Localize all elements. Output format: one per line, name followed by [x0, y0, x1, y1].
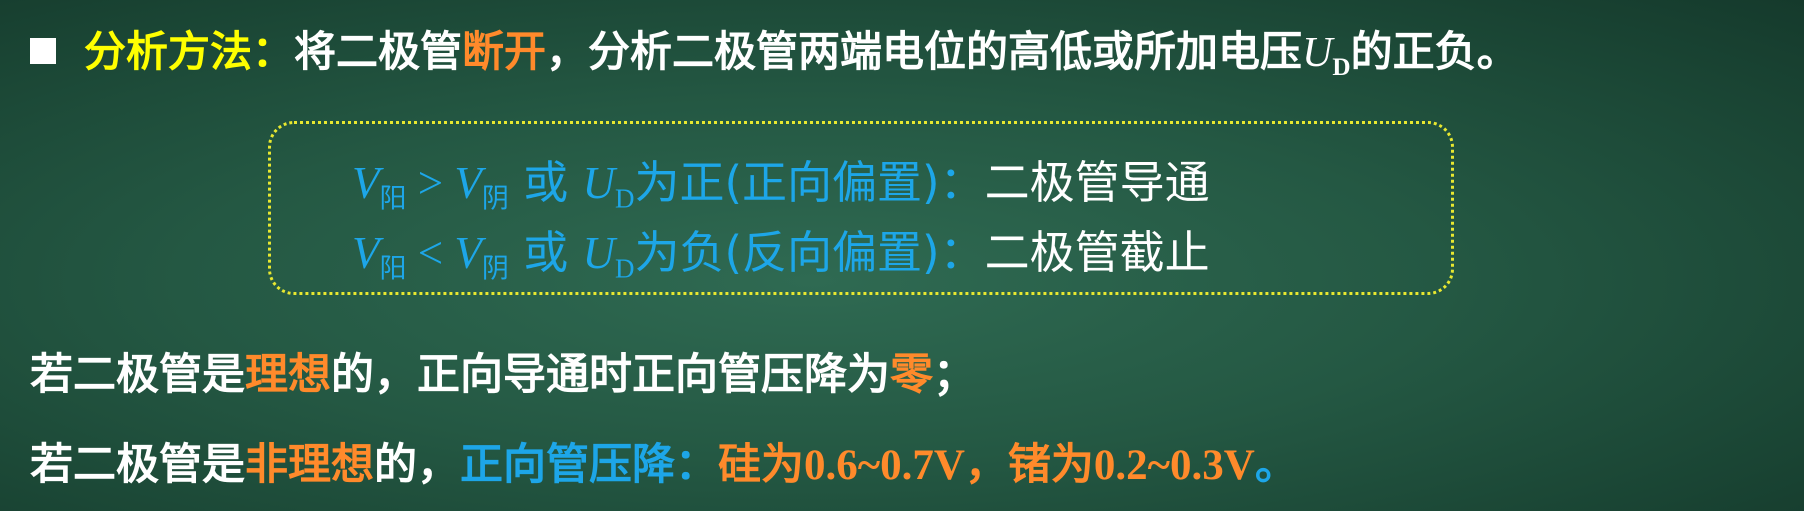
- or-text: 或: [508, 226, 583, 279]
- ideal-highlight: 理想: [245, 350, 331, 400]
- condition-reverse: V阳 < V阴 或 UD为负(反向偏置)：二极管截止: [352, 216, 1210, 285]
- condition-result: 二极管导通: [984, 156, 1210, 209]
- v-cathode: V: [454, 228, 482, 278]
- square-bullet-icon: [30, 38, 56, 64]
- bias-description: 为负(反向偏置)：: [634, 226, 985, 279]
- line5-text-2: 的，: [374, 440, 460, 490]
- anode-subscript: 阳: [379, 253, 407, 285]
- silicon-value: 0.6~0.7V: [804, 442, 965, 489]
- line5-end: 。: [1254, 440, 1298, 490]
- v-anode: V: [352, 158, 380, 208]
- voltage-variable: U: [1302, 30, 1333, 76]
- condition-forward: V阳 > V阴 或 UD为正(正向偏置)：二极管导通: [352, 146, 1210, 215]
- bias-description: 为正(正向偏置)：: [634, 156, 985, 209]
- line5-text-1: 若二极管是: [30, 440, 245, 490]
- ud-subscript: D: [615, 183, 635, 214]
- nonideal-highlight: 非理想: [245, 440, 374, 490]
- condition-result: 二极管截止: [984, 226, 1210, 279]
- comparison-op: >: [406, 158, 455, 208]
- comparison-op: <: [406, 228, 455, 278]
- cathode-subscript: 阴: [481, 253, 509, 285]
- v-cathode: V: [454, 158, 482, 208]
- separator: ，: [964, 440, 1008, 490]
- line1-text-1: 将二极管: [294, 27, 463, 76]
- voltage-drop-label: 正向管压降：: [460, 440, 718, 490]
- ud-subscript: D: [615, 253, 635, 284]
- voltage-subscript: D: [1332, 53, 1351, 81]
- line4-text-3: ；: [933, 350, 976, 400]
- nonideal-diode-line: 若二极管是非理想的，正向管压降：硅为0.6~0.7V，锗为0.2~0.3V。: [30, 430, 1298, 492]
- germanium-value: 0.2~0.3V: [1093, 442, 1255, 489]
- cathode-subscript: 阴: [481, 183, 509, 215]
- or-text: 或: [508, 156, 583, 209]
- ud-variable: U: [582, 158, 616, 208]
- line4-text-2: 的，正向导通时正向管压降为: [331, 350, 890, 400]
- line1-text-2: ，分析二极管两端电位的高低或所加电压: [546, 27, 1303, 76]
- zero-highlight: 零: [890, 350, 933, 400]
- analysis-method-line: 分析方法：将二极管断开，分析二极管两端电位的高低或所加电压UD的正负。: [30, 18, 1519, 81]
- line1-text-3: 的正负。: [1350, 27, 1519, 76]
- ideal-diode-line: 若二极管是理想的，正向导通时正向管压降为零；: [30, 340, 976, 402]
- line1-highlight: 断开: [462, 27, 547, 76]
- anode-subscript: 阳: [379, 183, 407, 215]
- silicon-label: 硅为: [718, 440, 804, 490]
- line4-text-1: 若二极管是: [30, 350, 245, 400]
- germanium-label: 锗为: [1007, 440, 1094, 490]
- v-anode: V: [352, 228, 380, 278]
- ud-variable: U: [582, 228, 616, 278]
- method-label: 分析方法：: [84, 27, 295, 76]
